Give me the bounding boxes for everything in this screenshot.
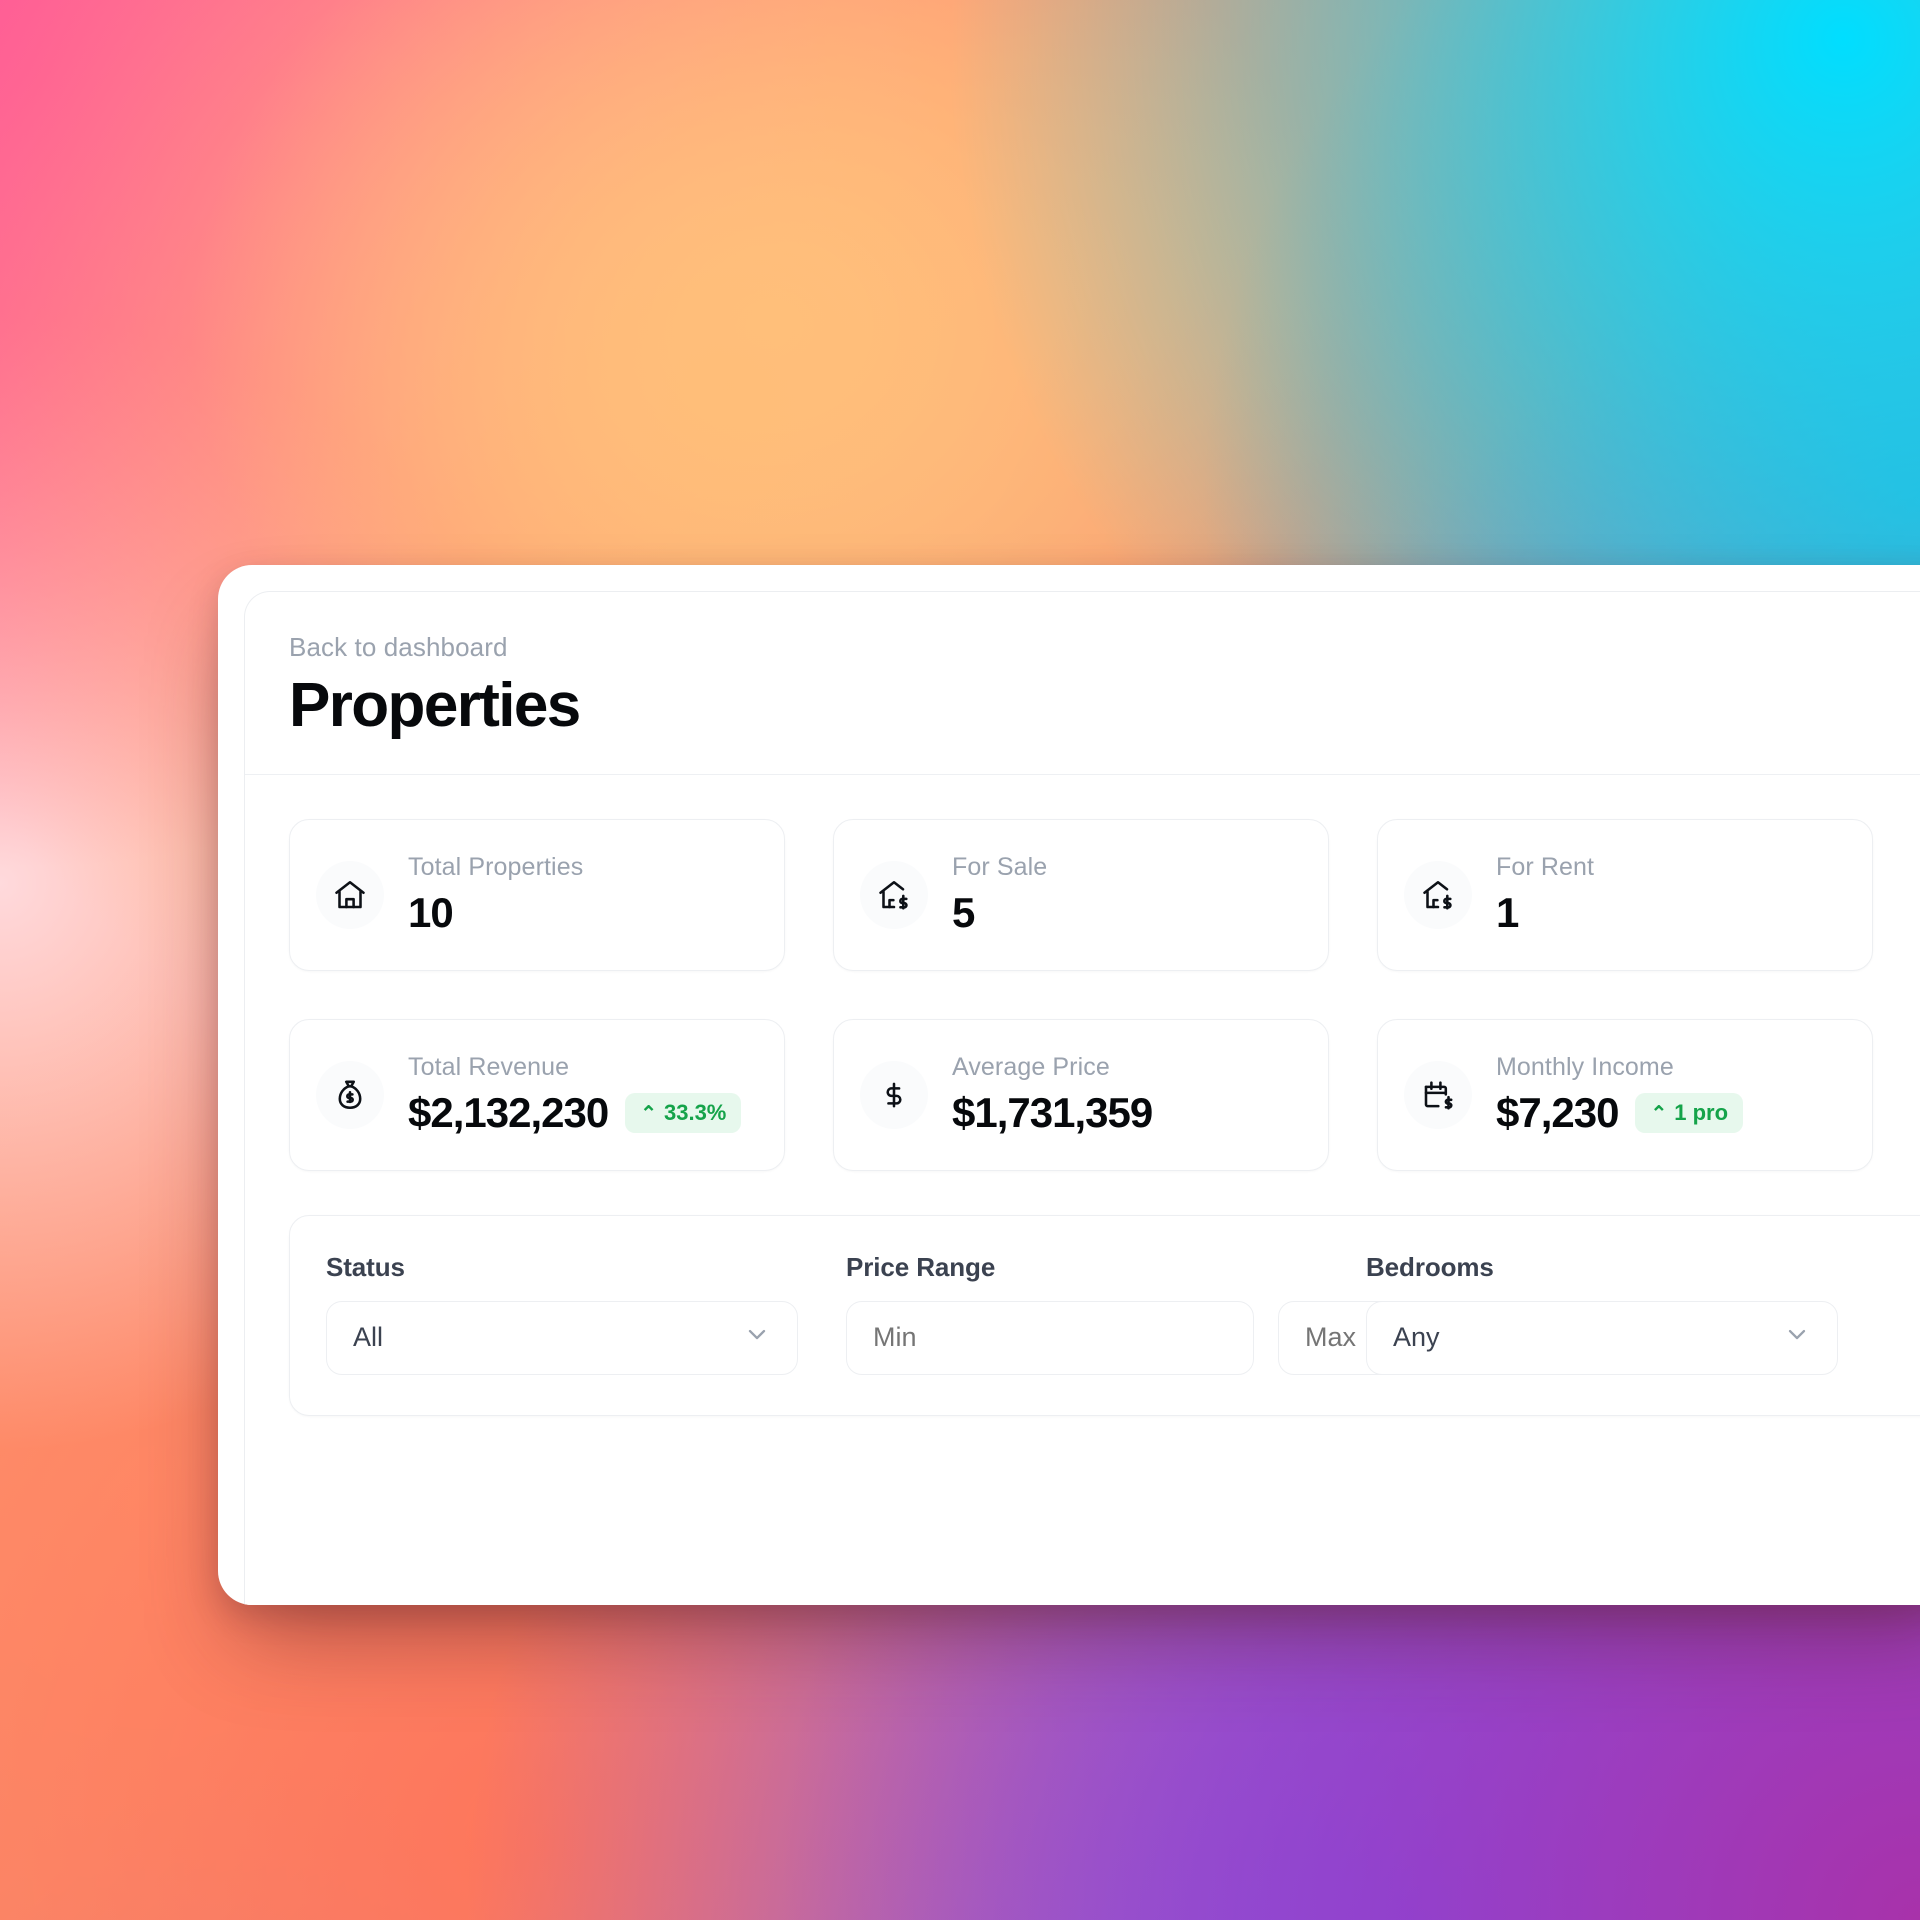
caret-up-icon: ⌃ xyxy=(1650,1102,1668,1125)
stat-card-monthly-income[interactable]: Monthly Income $7,230 ⌃ 1 pro xyxy=(1377,1018,1873,1171)
home-dollar-icon xyxy=(1404,860,1472,929)
calendar-dollar-icon xyxy=(1404,1060,1472,1129)
stat-card-for-sale[interactable]: For Sale 5 xyxy=(833,818,1329,971)
status-badge-text: 1 pro xyxy=(1674,1099,1729,1125)
stats-grid: Total Properties 10 For Sale 5 For Rent … xyxy=(245,775,1920,1171)
status-select[interactable]: All xyxy=(326,1300,798,1375)
stat-row: $7,230 ⌃ 1 pro xyxy=(1496,1088,1744,1137)
bedrooms-select-value: Any xyxy=(1393,1322,1440,1353)
filter-bedrooms: Bedrooms Any xyxy=(1366,1252,1838,1375)
stat-card-total-properties[interactable]: Total Properties 10 xyxy=(289,818,785,971)
stat-label: Total Revenue xyxy=(408,1052,570,1081)
stat-body: Total Revenue $2,132,230 ⌃ 33.3% xyxy=(408,1052,742,1137)
money-bag-icon xyxy=(316,1060,384,1129)
stat-label: Total Properties xyxy=(408,852,584,881)
price-range-inputs xyxy=(846,1300,1686,1375)
status-badge: ⌃ 33.3% xyxy=(625,1092,742,1133)
chevron-down-icon xyxy=(1783,1320,1811,1355)
stat-label: For Sale xyxy=(952,852,1048,881)
filter-price-range: Price Range xyxy=(846,1251,1686,1375)
stat-row: $2,132,230 ⌃ 33.3% xyxy=(408,1088,742,1137)
filter-label-bedrooms: Bedrooms xyxy=(1366,1251,1494,1282)
stat-body: For Rent 1 xyxy=(1496,853,1594,937)
home-icon xyxy=(316,860,384,929)
app-window: Back to dashboard Properties Total Prope… xyxy=(218,565,1920,1605)
stat-body: Total Properties 10 xyxy=(408,853,583,937)
status-badge-text: 33.3% xyxy=(663,1099,727,1125)
filter-label-status: Status xyxy=(326,1251,405,1282)
status-select-value: All xyxy=(353,1322,384,1353)
dollar-icon xyxy=(860,1060,928,1129)
home-dollar-icon xyxy=(860,860,928,929)
stat-card-total-revenue[interactable]: Total Revenue $2,132,230 ⌃ 33.3% xyxy=(289,1018,785,1171)
stat-label: For Rent xyxy=(1496,852,1595,881)
app-window-content: Back to dashboard Properties Total Prope… xyxy=(244,591,1920,1605)
stat-card-average-price[interactable]: Average Price $1,731,359 xyxy=(833,1018,1329,1171)
stat-label: Average Price xyxy=(952,1052,1110,1081)
chevron-down-icon xyxy=(743,1320,771,1355)
bedrooms-select[interactable]: Any xyxy=(1366,1300,1838,1375)
stat-card-for-rent[interactable]: For Rent 1 xyxy=(1377,818,1873,971)
filter-status: Status All xyxy=(326,1252,798,1375)
stat-value: 5 xyxy=(952,888,975,936)
back-to-dashboard-link[interactable]: Back to dashboard xyxy=(289,632,508,663)
page-header: Back to dashboard Properties xyxy=(245,592,1920,775)
stat-value: $2,132,230 xyxy=(408,1088,609,1136)
caret-up-icon: ⌃ xyxy=(640,1102,657,1125)
stat-row: 1 xyxy=(1496,889,1594,937)
filter-label-price-range: Price Range xyxy=(846,1251,996,1282)
status-badge: ⌃ 1 pro xyxy=(1635,1092,1744,1133)
stat-label: Monthly Income xyxy=(1496,1052,1674,1081)
stat-value: 10 xyxy=(408,888,454,936)
stat-body: For Sale 5 xyxy=(952,853,1047,937)
stat-row: 5 xyxy=(952,889,1047,937)
stat-value: $7,230 xyxy=(1496,1088,1619,1136)
filters-panel: Status All Price Range Min Max Bedrooms … xyxy=(289,1214,1920,1416)
stat-value: $1,731,359 xyxy=(952,1088,1153,1136)
stat-row: 10 xyxy=(408,889,583,937)
stat-row: $1,731,359 xyxy=(952,1088,1153,1137)
page-title: Properties xyxy=(289,671,581,740)
price-min-input[interactable] xyxy=(846,1300,1254,1375)
stat-body: Average Price $1,731,359 xyxy=(952,1052,1153,1137)
stat-body: Monthly Income $7,230 ⌃ 1 pro xyxy=(1496,1052,1744,1137)
stat-value: 1 xyxy=(1496,888,1519,936)
